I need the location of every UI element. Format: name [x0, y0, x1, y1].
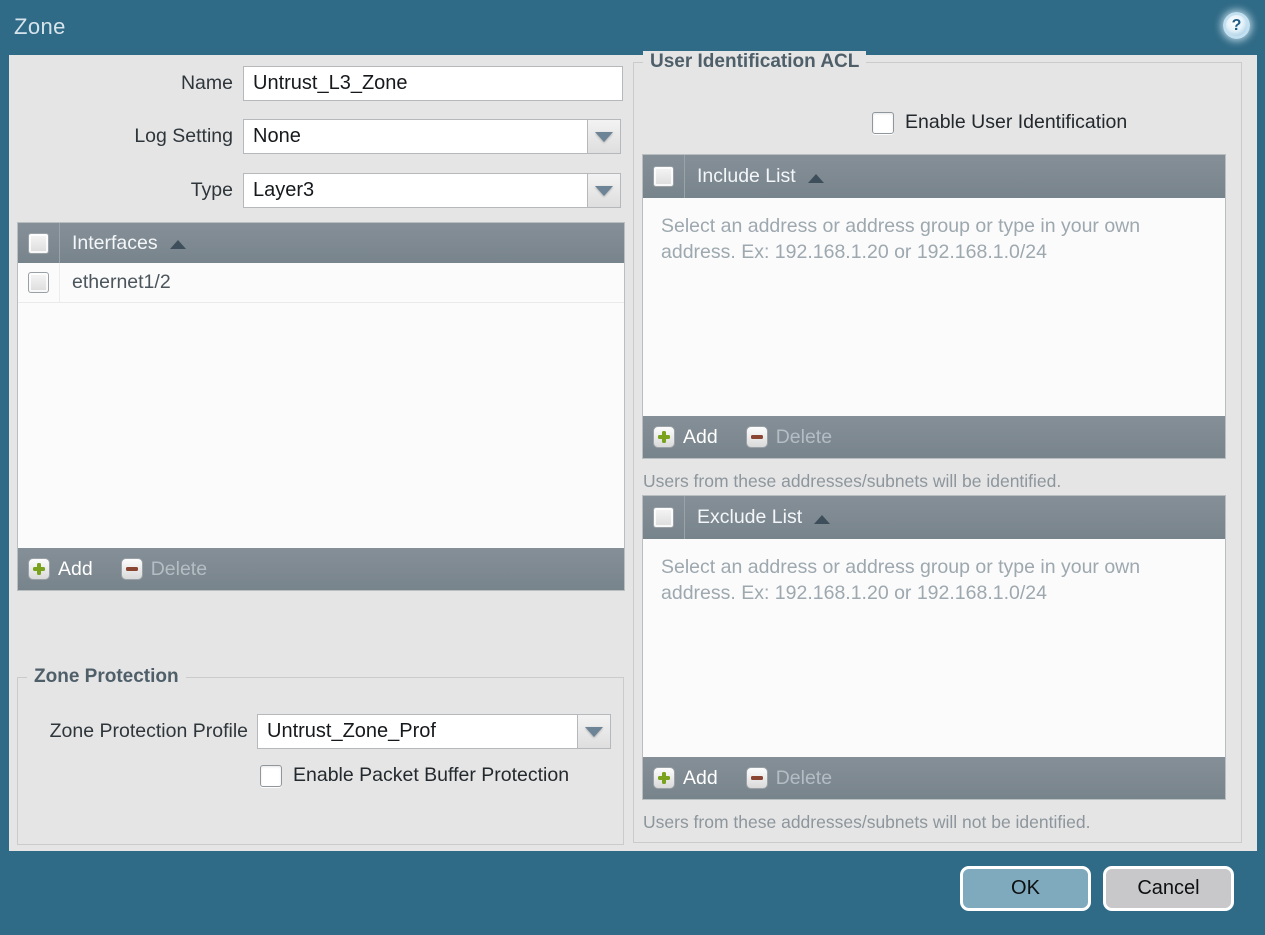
sort-ascending-icon [169, 240, 186, 249]
dialog-titlebar: Zone ? [0, 0, 1265, 55]
type-label: Type [190, 179, 233, 201]
exclude-list-column-header[interactable]: Exclude List [685, 496, 831, 539]
packet-buffer-protection-label: Enable Packet Buffer Protection [293, 764, 570, 786]
exclude-add-button[interactable]: Add [653, 767, 718, 790]
packet-buffer-protection-checkbox[interactable] [260, 764, 282, 787]
exclude-list-placeholder: Select an address or address group or ty… [661, 556, 1141, 604]
type-dropdown-button[interactable] [588, 173, 621, 208]
sort-ascending-icon [814, 514, 831, 524]
interfaces-table-header: Interfaces [18, 223, 624, 263]
zone-protection-legend: Zone Protection [27, 666, 186, 688]
delete-label: Delete [150, 557, 208, 580]
exclude-select-all-cell [643, 496, 685, 539]
table-row[interactable]: ethernet1/2 [18, 263, 624, 303]
help-icon[interactable]: ? [1223, 12, 1250, 39]
enable-user-identification-checkbox[interactable] [872, 111, 894, 134]
delete-icon [120, 558, 143, 580]
interfaces-select-all-checkbox[interactable] [28, 232, 49, 254]
interfaces-column-header[interactable]: Interfaces [60, 223, 186, 263]
row-checkbox-cell [18, 263, 60, 302]
include-list-footer: Add Delete [643, 416, 1225, 458]
exclude-list-body[interactable]: Select an address or address group or ty… [643, 539, 1225, 757]
dialog-title: Zone [14, 14, 66, 39]
include-list-column-header[interactable]: Include List [685, 155, 824, 198]
user-identification-acl-section: User Identification ACL Enable User Iden… [633, 51, 1242, 843]
type-input[interactable] [243, 173, 588, 208]
interfaces-table-footer: Add Delete [18, 548, 624, 590]
zone-protection-profile-input[interactable] [257, 714, 578, 749]
add-label: Add [683, 425, 718, 448]
name-input[interactable] [243, 66, 623, 101]
log-setting-label: Log Setting [134, 125, 233, 147]
delete-icon [745, 426, 768, 448]
enable-user-identification-row: Enable User Identification [872, 111, 1127, 134]
cancel-button[interactable]: Cancel [1103, 866, 1234, 911]
include-add-button[interactable]: Add [653, 426, 718, 449]
name-label: Name [180, 72, 233, 94]
delete-label: Delete [775, 425, 833, 448]
interface-name: ethernet1/2 [72, 271, 171, 293]
add-icon [653, 767, 675, 789]
interfaces-delete-button[interactable]: Delete [120, 557, 208, 581]
include-select-all-cell [643, 155, 685, 198]
delete-label: Delete [775, 766, 833, 789]
delete-icon [745, 767, 768, 789]
row-checkbox[interactable] [28, 272, 49, 293]
exclude-delete-button[interactable]: Delete [745, 766, 833, 790]
zone-protection-section: Zone Protection Zone Protection Profile … [17, 666, 624, 845]
exclude-list-footer: Add Delete [643, 757, 1225, 799]
add-icon [653, 426, 675, 448]
exclude-select-all-checkbox[interactable] [653, 507, 674, 528]
exclude-list-note: Users from these addresses/subnets will … [643, 812, 1091, 832]
add-label: Add [683, 766, 718, 789]
ok-button[interactable]: OK [960, 866, 1091, 911]
zone-protection-profile-label: Zone Protection Profile [49, 720, 248, 742]
include-list-note: Users from these addresses/subnets will … [643, 471, 1062, 491]
user-identification-acl-legend: User Identification ACL [643, 51, 867, 73]
include-list-table: Include List Select an address or addres… [642, 154, 1226, 459]
interfaces-column-label: Interfaces [72, 231, 158, 254]
log-setting-dropdown-button[interactable] [588, 119, 621, 154]
include-list-header: Include List [643, 155, 1225, 198]
include-list-body[interactable]: Select an address or address group or ty… [643, 198, 1225, 416]
exclude-list-column-label: Exclude List [697, 506, 803, 528]
add-label: Add [58, 557, 93, 580]
enable-user-identification-label: Enable User Identification [905, 111, 1128, 133]
exclude-list-table: Exclude List Select an address or addres… [642, 495, 1226, 800]
zone-protection-profile-dropdown-button[interactable] [578, 714, 611, 749]
interfaces-table: Interfaces ethernet1/2 Add Delete [17, 222, 625, 591]
dialog-body: Name Log Setting Type [9, 51, 1257, 851]
include-delete-button[interactable]: Delete [745, 425, 833, 449]
exclude-list-header: Exclude List [643, 496, 1225, 539]
include-list-placeholder: Select an address or address group or ty… [661, 215, 1141, 263]
add-icon [28, 558, 50, 580]
include-list-column-label: Include List [697, 165, 796, 187]
packet-buffer-protection-row: Enable Packet Buffer Protection [260, 764, 569, 787]
interfaces-add-button[interactable]: Add [28, 558, 93, 581]
chevron-down-icon [585, 726, 603, 737]
interfaces-select-all-cell [18, 223, 60, 263]
include-select-all-checkbox[interactable] [653, 166, 674, 187]
question-mark-glyph: ? [1231, 16, 1242, 34]
chevron-down-icon [595, 185, 613, 196]
log-setting-input[interactable] [243, 119, 588, 154]
chevron-down-icon [595, 131, 613, 142]
interfaces-table-body: ethernet1/2 [18, 263, 624, 548]
sort-ascending-icon [807, 173, 824, 183]
